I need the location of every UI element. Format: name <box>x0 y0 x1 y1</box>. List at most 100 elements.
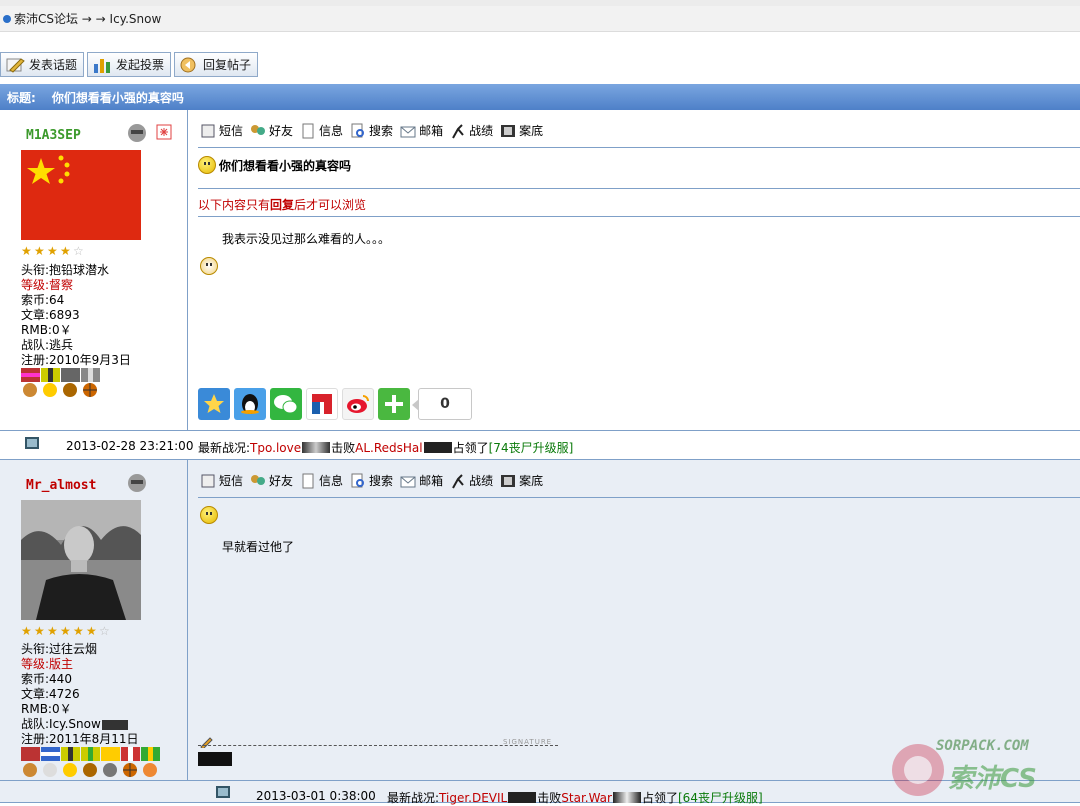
news-player-1[interactable]: Tpo.love <box>250 441 301 455</box>
action-label: 搜索 <box>369 124 394 138</box>
medal-icon <box>141 747 160 761</box>
signature-mark: SIGNATURE <box>503 738 553 746</box>
medal-icon <box>61 747 80 761</box>
title-label: 头衔: <box>21 263 50 277</box>
action-sms[interactable]: 短信 <box>200 122 243 139</box>
team-value[interactable]: Icy.Snow <box>49 717 101 731</box>
news-player-2[interactable]: Star.War <box>561 791 612 805</box>
action-record[interactable]: 战绩 <box>450 472 493 489</box>
news-verb-2: 占领了 <box>641 791 678 805</box>
action-mail[interactable]: 邮箱 <box>400 472 443 489</box>
team-value[interactable]: 逃兵 <box>49 338 73 352</box>
action-label: 邮箱 <box>419 474 444 488</box>
action-friend[interactable]: 好友 <box>250 472 293 489</box>
action-record[interactable]: 战绩 <box>450 122 493 139</box>
post-2-medals-row-1 <box>21 747 160 761</box>
hidden-content-notice: 以下内容只有回复后才可以浏览 <box>198 196 366 213</box>
coins-label: 索币: <box>21 293 50 307</box>
team-tag-image <box>508 792 537 803</box>
post-1-body: 我表示没见过那么难看的人。。。 <box>222 232 391 246</box>
subject-text: 你们想看看小强的真容吗 <box>219 158 352 173</box>
search-icon <box>351 473 365 487</box>
film-icon <box>501 124 516 137</box>
action-search[interactable]: 搜索 <box>350 122 393 139</box>
film-icon <box>501 474 516 487</box>
new-poll-button[interactable]: 发起投票 <box>87 52 172 77</box>
share-wechat-button[interactable] <box>270 388 302 420</box>
action-info[interactable]: 信息 <box>300 472 343 489</box>
new-topic-button[interactable]: 发表话题 <box>0 52 85 77</box>
post-toolbar: 发表话题 发起投票 回复帖子 <box>0 52 259 78</box>
news-player-2[interactable]: AL.RedsHal <box>355 441 422 455</box>
basketball-icon <box>123 763 137 777</box>
action-friend[interactable]: 好友 <box>250 122 293 139</box>
post-1-action-bar: 短信 好友 信息 搜索 邮箱 战绩 案底 <box>200 122 543 139</box>
message-icon <box>201 124 215 137</box>
action-case[interactable]: 案底 <box>500 472 543 489</box>
breadcrumb-text[interactable]: 索沛CS论坛 → → Icy.Snow <box>14 10 161 27</box>
action-label: 信息 <box>319 124 344 138</box>
bar-chart-icon <box>94 58 111 73</box>
notice-post: 后才可以浏览 <box>294 198 367 212</box>
medal-icon <box>121 747 140 761</box>
post-2-time: 2013-03-01 0:38:00 <box>256 789 376 803</box>
title-value: 过往云烟 <box>49 642 98 656</box>
pencil-icon <box>200 737 213 748</box>
title-label: 头衔: <box>21 642 50 656</box>
star-icon <box>204 394 224 413</box>
action-sms[interactable]: 短信 <box>200 472 243 489</box>
badge-icon <box>43 383 57 397</box>
thread-title-bar: 标题: 你们想看看小强的真容吗 <box>0 84 1080 110</box>
action-info[interactable]: 信息 <box>300 122 343 139</box>
medal-icon <box>41 368 60 382</box>
team-tag-image <box>612 792 641 803</box>
news-server[interactable]: [64丧尸升级服] <box>678 789 763 806</box>
reg-label: 注册: <box>21 732 50 746</box>
divider <box>198 216 1080 217</box>
share-bar: 0 <box>198 388 472 420</box>
post-1-username[interactable]: M1A3SEP <box>26 128 81 143</box>
team-tag-image <box>423 442 452 453</box>
articles-value: 6893 <box>49 308 80 322</box>
share-more-button[interactable] <box>378 388 410 420</box>
post-2-content: 短信 好友 信息 搜索 邮箱 战绩 案底 早就看过他了 SIGNATURE <box>198 460 1080 780</box>
action-label: 信息 <box>319 474 344 488</box>
action-label: 战绩 <box>469 124 494 138</box>
mail-icon <box>400 476 416 487</box>
share-count: 0 <box>412 388 472 420</box>
post-2-rank-stars: ★ ★ ★ ★ ★ ★ ☆ <box>21 624 110 638</box>
divider <box>198 188 1080 189</box>
action-mail[interactable]: 邮箱 <box>400 122 443 139</box>
badge-icon <box>143 763 157 777</box>
post-1-subject: 你们想看看小强的真容吗 <box>198 156 351 174</box>
basketball-icon <box>83 383 97 397</box>
post-1-avatar[interactable] <box>21 150 141 240</box>
news-server[interactable]: [74丧尸升级服] <box>489 439 574 456</box>
online-status-icon <box>128 474 146 492</box>
news-player-1[interactable]: Tiger.DEVIL <box>439 791 507 805</box>
post-2-avatar[interactable] <box>21 500 141 620</box>
post-2-medals-row-2 <box>21 763 160 777</box>
share-qq-button[interactable] <box>234 388 266 420</box>
action-case[interactable]: 案底 <box>500 122 543 139</box>
reply-label: 回复帖子 <box>203 58 252 72</box>
share-renren-button[interactable] <box>306 388 338 420</box>
action-search[interactable]: 搜索 <box>350 472 393 489</box>
medal-icon <box>81 747 100 761</box>
reply-button[interactable]: 回复帖子 <box>174 52 259 77</box>
smiley-icon <box>200 506 218 524</box>
share-favorite-button[interactable] <box>198 388 230 420</box>
breadcrumb: 索沛CS论坛 → → Icy.Snow <box>0 6 1080 32</box>
medal-icon <box>21 368 40 382</box>
badge-icon <box>43 763 57 777</box>
reg-label: 注册: <box>21 353 50 367</box>
post-2-username[interactable]: Mr_almost <box>26 478 96 493</box>
divider <box>198 497 1080 498</box>
badge-icon <box>103 763 117 777</box>
post-2-user-info: 头衔:过往云烟 等级:版主 索币:440 文章:4726 RMB:0￥ 战队:I… <box>21 642 139 747</box>
medal-icon <box>101 747 120 761</box>
articles-value: 4726 <box>49 687 80 701</box>
action-label: 短信 <box>219 474 244 488</box>
share-weibo-button[interactable] <box>342 388 374 420</box>
soldier-icon <box>452 123 464 138</box>
